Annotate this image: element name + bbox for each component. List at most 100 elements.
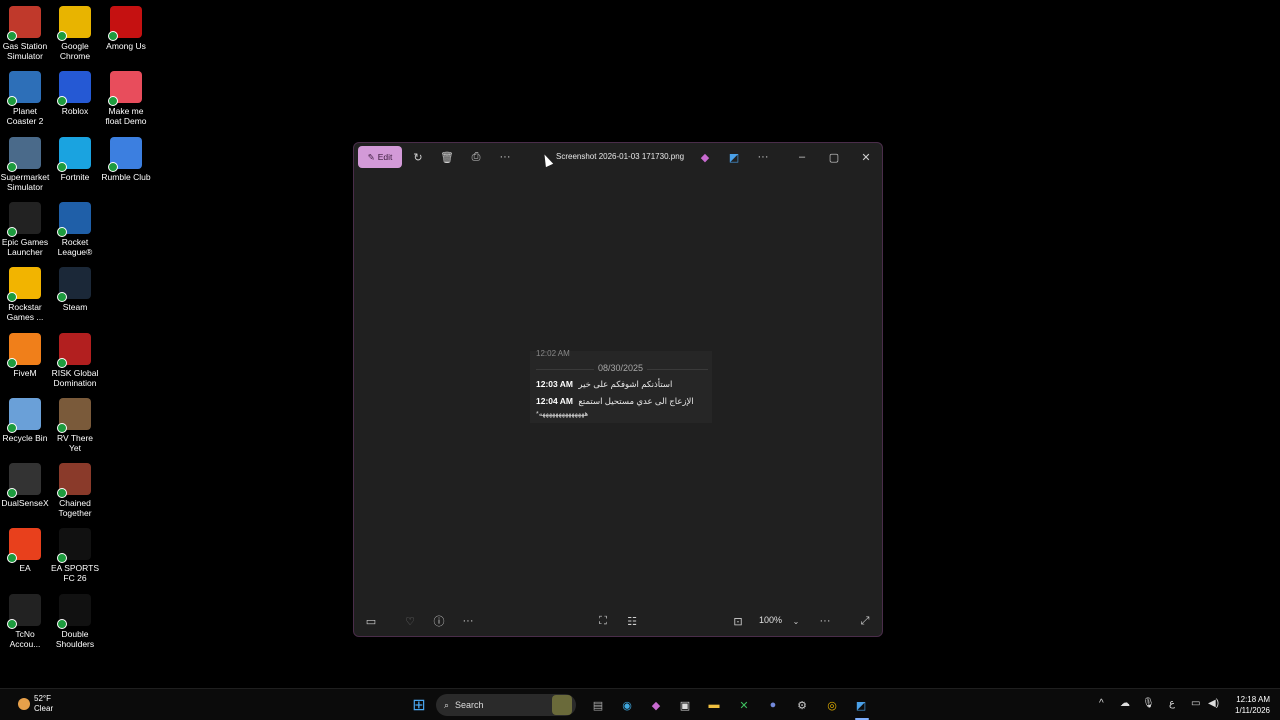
widgets-icon[interactable]	[552, 695, 572, 715]
language-indicator[interactable]: ع	[1169, 698, 1175, 709]
rockstar-icon	[7, 267, 41, 303]
desktop-shortcut-label: RISK Global Domination	[51, 367, 99, 388]
weather-icon	[18, 698, 30, 710]
desktop-shortcut[interactable]: Google Chrome	[50, 6, 100, 61]
crop-icon[interactable]: ⛶	[593, 612, 613, 630]
photos-taskbar-icon[interactable]: ◩	[851, 695, 871, 715]
desktop-shortcut-label: Gas Station Simulator	[2, 41, 48, 61]
fullscreen-icon[interactable]: ⤢	[855, 612, 875, 630]
info-icon[interactable]: ⓘ	[429, 612, 449, 630]
start-icon[interactable]: ⊞	[409, 695, 429, 715]
rumble-club-icon	[108, 136, 142, 172]
clock[interactable]: 12:18 AM 1/11/2026	[1226, 694, 1270, 716]
discord-icon[interactable]: ●	[763, 695, 783, 715]
chat-text: الإزعاج الى عدي مستحيل استمتع	[578, 396, 694, 406]
clock-time: 12:18 AM	[1236, 695, 1270, 704]
desktop-shortcut[interactable]: RV There Yet	[50, 397, 100, 453]
shortcut-badge	[7, 618, 17, 629]
desktop-shortcut[interactable]: RISK Global Domination	[50, 332, 100, 388]
edit-button[interactable]: ✎ Edit	[358, 146, 402, 168]
shortcut-badge	[7, 161, 17, 172]
onedrive-icon[interactable]: ☁	[1120, 698, 1130, 709]
shortcut-badge	[57, 357, 67, 368]
print-icon[interactable]: ⎙	[465, 148, 487, 166]
desktop-shortcut-label: Roblox	[61, 106, 89, 117]
desktop-shortcut[interactable]: Gas Station Simulator	[0, 6, 50, 61]
desktop-shortcut[interactable]: Planet Coaster 2	[0, 71, 50, 126]
desktop-shortcut[interactable]: Fortnite	[50, 136, 100, 182]
desktop-shortcut-label: Steam	[62, 302, 88, 313]
desktop-shortcut-label: Among Us	[106, 41, 146, 51]
task-view-icon[interactable]: ▤	[588, 695, 608, 715]
desktop-shortcut[interactable]: Supermarket Simulator	[0, 136, 50, 192]
desktop-shortcut[interactable]: Roblox	[50, 71, 100, 116]
edge-icon[interactable]: ◉	[617, 695, 637, 715]
edit-icon: ✎	[367, 151, 375, 162]
desktop-shortcut[interactable]: Recycle Bin	[0, 397, 50, 443]
delete-icon[interactable]: 🗑	[436, 148, 458, 166]
weather-widget[interactable]: 52°F Clear	[18, 694, 53, 714]
designer-icon[interactable]: ◩	[723, 148, 745, 166]
weather-condition: Clear	[34, 704, 54, 713]
filmstrip-icon[interactable]: ▭	[361, 612, 381, 630]
chained-together-icon	[57, 463, 91, 499]
desktop-shortcut[interactable]: Steam	[50, 267, 100, 312]
file-explorer-icon[interactable]: ▬	[704, 695, 724, 715]
desktop-shortcut[interactable]: Rocket League®	[50, 201, 100, 257]
close-button[interactable]: ✕	[854, 148, 878, 166]
among-us-icon	[108, 6, 142, 41]
steam-icon	[57, 267, 91, 303]
chrome-taskbar-icon[interactable]: ◎	[822, 695, 842, 715]
microphone-icon[interactable]: 🎙	[1142, 698, 1155, 709]
desktop-shortcut[interactable]: Double Shoulders	[50, 593, 100, 649]
xbox-icon[interactable]: ✕	[734, 695, 754, 715]
settings-icon[interactable]: ⚙	[792, 695, 812, 715]
zoom-level[interactable]: 100%	[759, 615, 782, 625]
desktop-shortcut[interactable]: Rockstar Games ...	[0, 267, 50, 322]
ea-icon	[7, 528, 41, 564]
desktop-shortcut[interactable]: Among Us	[101, 6, 151, 51]
desktop-shortcut-label: Chained Together	[58, 498, 92, 519]
network-icon[interactable]: ▭	[1191, 698, 1200, 709]
copilot-icon[interactable]: ◆	[694, 148, 716, 166]
desktop-shortcut[interactable]: EA SPORTS FC 26	[50, 528, 100, 583]
minimize-button[interactable]: –	[790, 148, 814, 166]
desktop-shortcut[interactable]: Chained Together	[50, 463, 100, 518]
fit-icon[interactable]: ⊡	[728, 612, 748, 630]
desktop-shortcut-label: Epic Games Launcher	[1, 236, 49, 257]
rotate-icon[interactable]: ↻	[407, 148, 429, 166]
adjust-icon[interactable]: ☷	[622, 612, 642, 630]
shortcut-badge	[57, 96, 67, 107]
planet-coaster-icon	[7, 71, 41, 107]
desktop-shortcut[interactable]: DualSenseX	[0, 463, 50, 508]
shortcut-badge	[7, 488, 17, 499]
shortcut-badge	[7, 553, 17, 564]
desktop-shortcut[interactable]: Epic Games Launcher	[0, 201, 50, 257]
desktop-shortcut[interactable]: Rumble Club	[101, 136, 151, 182]
more-options-icon[interactable]: ···	[752, 148, 774, 166]
desktop-shortcut[interactable]: TcNo Accou...	[0, 593, 50, 649]
copilot-taskbar-icon[interactable]: ◆	[646, 695, 666, 715]
maximize-button[interactable]: ▢	[822, 148, 846, 166]
desktop-shortcut[interactable]: FiveM	[0, 332, 50, 378]
volume-icon[interactable]: ◀)	[1208, 698, 1219, 709]
weather-temp: 52°F	[34, 694, 51, 703]
shortcut-badge	[108, 161, 118, 172]
desktop-shortcut-label: EA SPORTS FC 26	[50, 563, 100, 584]
store-icon[interactable]: ▣	[675, 695, 695, 715]
shortcut-badge	[7, 96, 17, 107]
more-zoom-icon[interactable]: ···	[815, 612, 835, 630]
clock-date: 1/11/2026	[1235, 706, 1270, 715]
chat-time: 12:04 AM	[536, 396, 574, 406]
chevron-down-icon[interactable]: ⌄	[786, 612, 806, 630]
desktop-shortcut[interactable]: EA	[0, 528, 50, 573]
shortcut-badge	[108, 31, 118, 41]
search-icon: ⌕	[444, 699, 450, 710]
desktop-shortcut[interactable]: Make me float Demo	[101, 71, 151, 126]
more-icon[interactable]: ···	[494, 148, 516, 166]
chevron-up-icon[interactable]: ^	[1099, 698, 1104, 709]
more-bottom-icon[interactable]: ···	[458, 612, 478, 630]
rocket-league-icon	[57, 201, 91, 237]
search-label: Search	[455, 700, 484, 710]
favorite-icon[interactable]: ♡	[400, 612, 420, 630]
